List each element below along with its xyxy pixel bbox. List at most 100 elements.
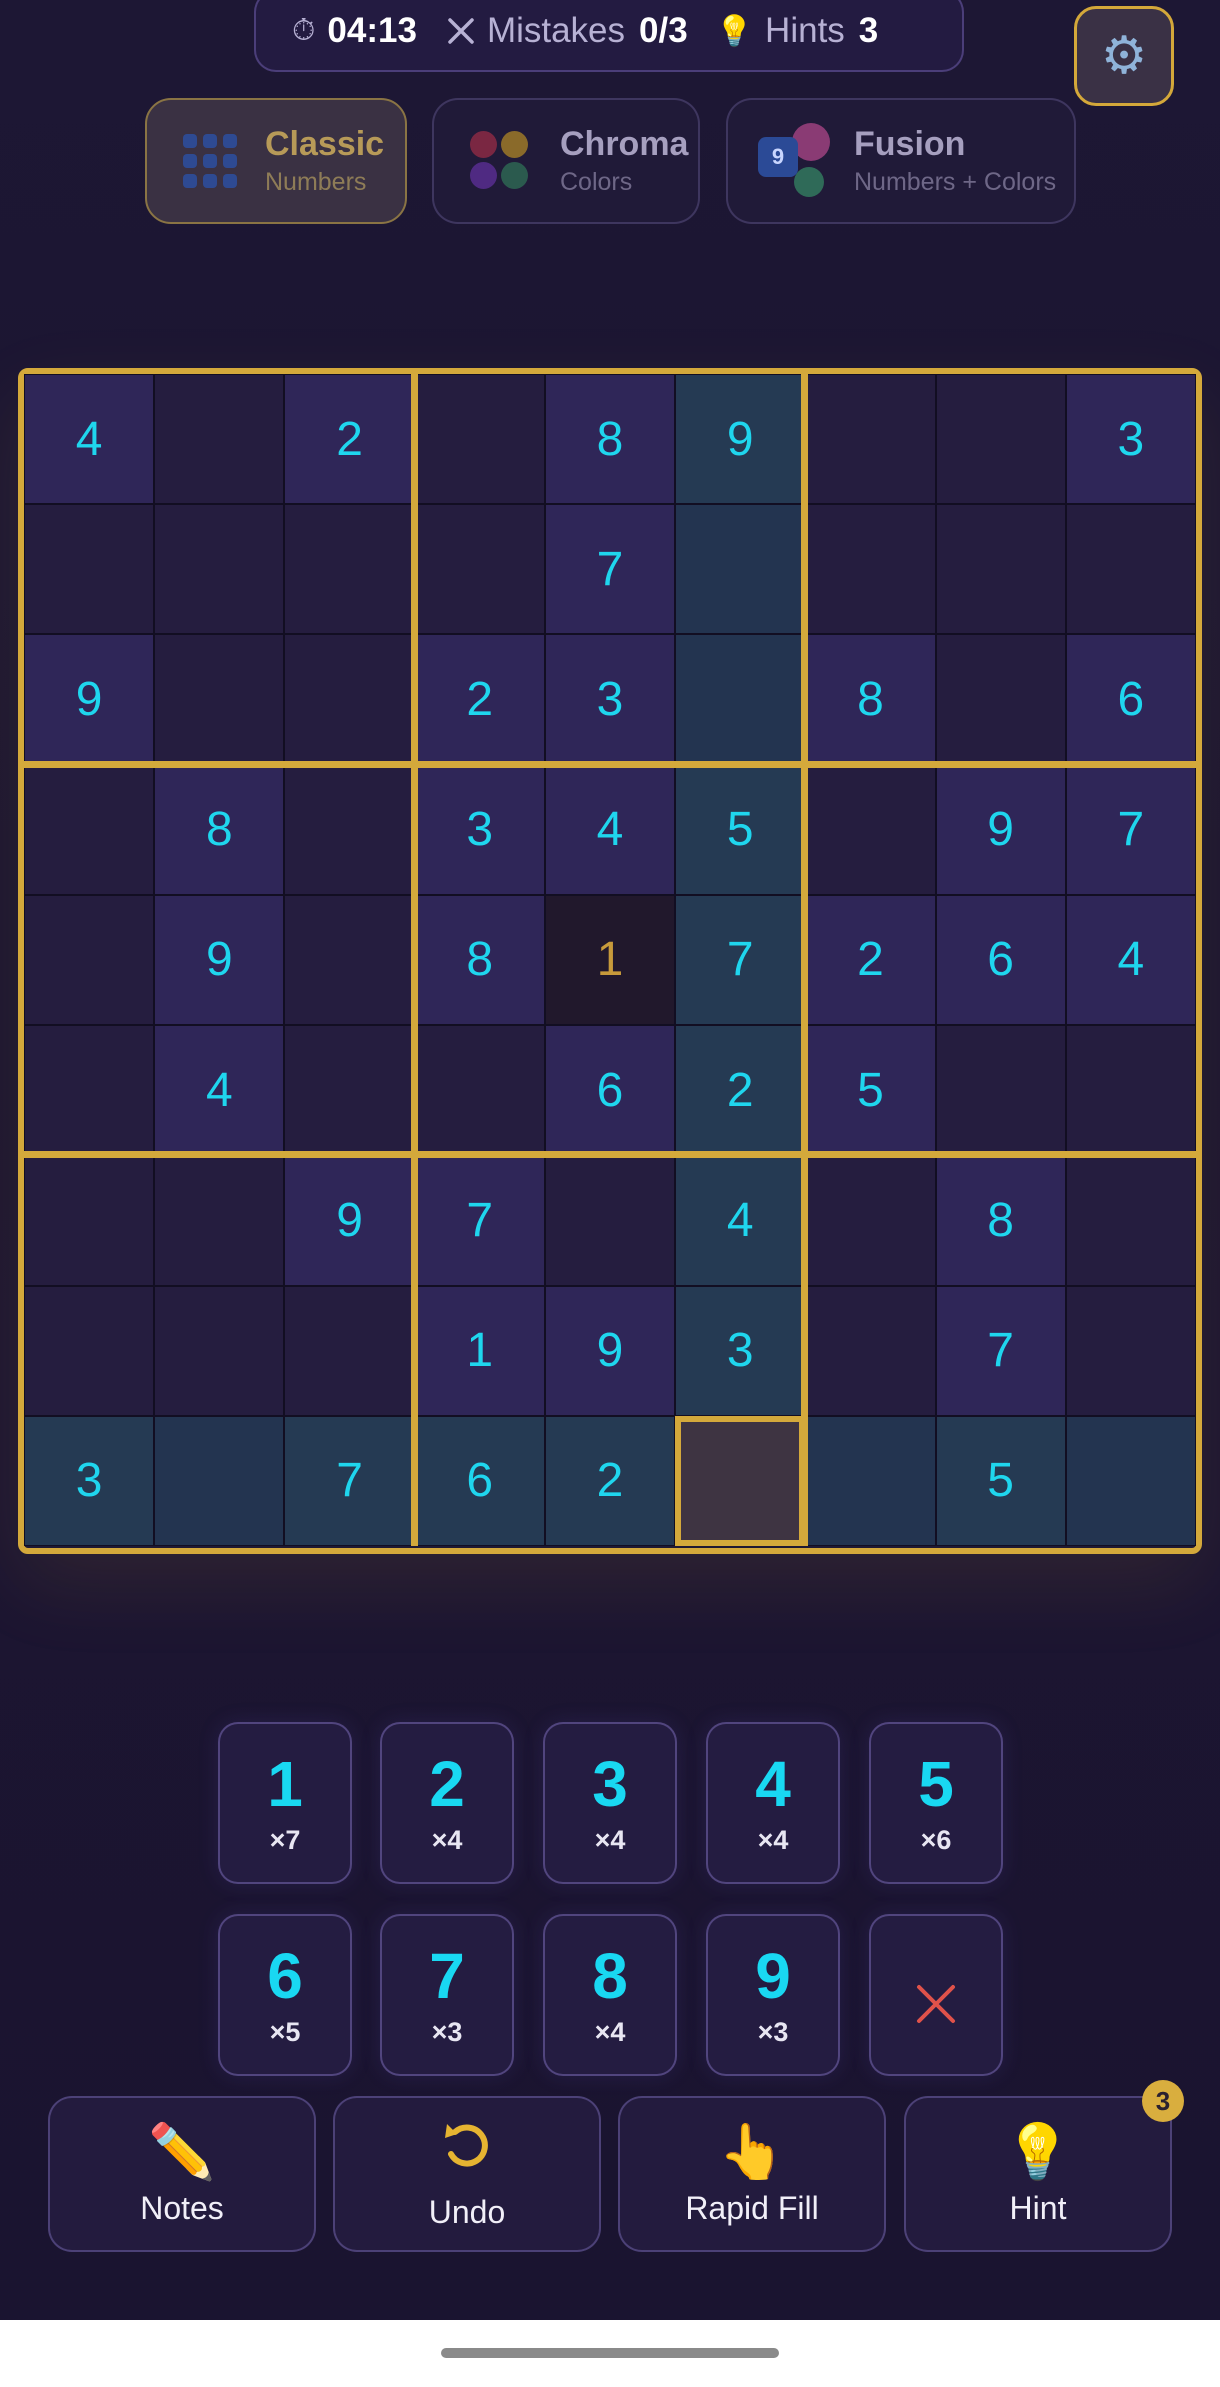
- number-key-1[interactable]: 1 ×7: [218, 1722, 352, 1884]
- sudoku-cell-r6c4[interactable]: [414, 1025, 545, 1156]
- sudoku-cell-r8c3[interactable]: [284, 1285, 415, 1416]
- sudoku-cell-r4c2[interactable]: 8: [154, 764, 285, 895]
- sudoku-cell-r2c6[interactable]: [675, 504, 806, 635]
- sudoku-cell-r7c2[interactable]: [154, 1155, 285, 1286]
- sudoku-cell-r9c1[interactable]: 3: [24, 1415, 155, 1546]
- number-key-9[interactable]: 9 ×3: [706, 1914, 840, 2076]
- sudoku-cell-r5c4[interactable]: 8: [414, 894, 545, 1026]
- sudoku-cell-r2c9[interactable]: [1065, 504, 1196, 635]
- sudoku-cell-r2c1[interactable]: [24, 504, 155, 635]
- number-key-3[interactable]: 3 ×4: [543, 1722, 677, 1884]
- sudoku-cell-r6c9[interactable]: [1065, 1025, 1196, 1156]
- sudoku-cell-r2c7[interactable]: [805, 504, 936, 635]
- sudoku-cell-r3c4[interactable]: 2: [414, 634, 545, 765]
- sudoku-cell-r9c2[interactable]: [154, 1415, 285, 1546]
- undo-button[interactable]: Undo: [333, 2096, 601, 2252]
- sudoku-cell-r1c9[interactable]: 3: [1065, 374, 1196, 505]
- sudoku-cell-r5c5[interactable]: 1: [544, 894, 676, 1026]
- sudoku-cell-r8c8[interactable]: 7: [935, 1285, 1066, 1416]
- sudoku-cell-r7c3[interactable]: 9: [284, 1155, 415, 1286]
- settings-button[interactable]: ⚙: [1074, 6, 1174, 106]
- sudoku-cell-r6c8[interactable]: [935, 1025, 1066, 1156]
- sudoku-cell-r3c6[interactable]: [675, 634, 806, 765]
- sudoku-cell-r3c8[interactable]: [935, 634, 1066, 765]
- sudoku-cell-r4c8[interactable]: 9: [935, 764, 1066, 895]
- sudoku-cell-r8c7[interactable]: [805, 1285, 936, 1416]
- sudoku-cell-r7c1[interactable]: [24, 1155, 155, 1286]
- sudoku-cell-r5c9[interactable]: 4: [1065, 894, 1196, 1026]
- erase-button[interactable]: [869, 1914, 1003, 2076]
- sudoku-cell-r9c5[interactable]: 2: [544, 1415, 676, 1546]
- sudoku-cell-r3c9[interactable]: 6: [1065, 634, 1196, 765]
- mode-tab-chroma[interactable]: Chroma Colors: [432, 98, 700, 224]
- sudoku-cell-r9c9[interactable]: [1065, 1415, 1196, 1546]
- number-key-6[interactable]: 6 ×5: [218, 1914, 352, 2076]
- number-key-7[interactable]: 7 ×3: [380, 1914, 514, 2076]
- sudoku-cell-r1c6[interactable]: 9: [675, 374, 806, 505]
- sudoku-cell-r6c2[interactable]: 4: [154, 1025, 285, 1156]
- sudoku-cell-r8c1[interactable]: [24, 1285, 155, 1416]
- sudoku-cell-r6c6[interactable]: 2: [675, 1025, 806, 1156]
- sudoku-cell-r1c7[interactable]: [805, 374, 936, 505]
- sudoku-cell-r9c4[interactable]: 6: [414, 1415, 545, 1546]
- sudoku-cell-r4c1[interactable]: [24, 764, 155, 895]
- number-key-5[interactable]: 5 ×6: [869, 1722, 1003, 1884]
- sudoku-cell-r4c5[interactable]: 4: [544, 764, 676, 895]
- sudoku-cell-r7c8[interactable]: 8: [935, 1155, 1066, 1286]
- sudoku-cell-r8c2[interactable]: [154, 1285, 285, 1416]
- sudoku-cell-r9c7[interactable]: [805, 1415, 936, 1546]
- sudoku-cell-r4c3[interactable]: [284, 764, 415, 895]
- sudoku-cell-r1c8[interactable]: [935, 374, 1066, 505]
- sudoku-cell-r9c8[interactable]: 5: [935, 1415, 1066, 1546]
- number-key-4[interactable]: 4 ×4: [706, 1722, 840, 1884]
- sudoku-cell-r5c3[interactable]: [284, 894, 415, 1026]
- sudoku-cell-r6c3[interactable]: [284, 1025, 415, 1156]
- sudoku-cell-r4c7[interactable]: [805, 764, 936, 895]
- sudoku-cell-r7c5[interactable]: [544, 1155, 676, 1286]
- sudoku-cell-r8c9[interactable]: [1065, 1285, 1196, 1416]
- sudoku-cell-r4c6[interactable]: 5: [675, 764, 806, 895]
- rapid-fill-button[interactable]: 👆 Rapid Fill: [618, 2096, 886, 2252]
- sudoku-cell-r6c5[interactable]: 6: [544, 1025, 676, 1156]
- home-indicator[interactable]: [441, 2348, 779, 2358]
- sudoku-cell-r2c2[interactable]: [154, 504, 285, 635]
- sudoku-cell-r4c9[interactable]: 7: [1065, 764, 1196, 895]
- sudoku-cell-r3c5[interactable]: 3: [544, 634, 676, 765]
- sudoku-cell-r8c6[interactable]: 3: [675, 1285, 806, 1416]
- sudoku-cell-r5c1[interactable]: [24, 894, 155, 1026]
- hint-button[interactable]: 💡 Hint: [904, 2096, 1172, 2252]
- sudoku-cell-r5c8[interactable]: 6: [935, 894, 1066, 1026]
- sudoku-cell-r7c9[interactable]: [1065, 1155, 1196, 1286]
- sudoku-cell-r1c3[interactable]: 2: [284, 374, 415, 505]
- sudoku-cell-r2c5[interactable]: 7: [544, 504, 676, 635]
- sudoku-cell-r2c4[interactable]: [414, 504, 545, 635]
- sudoku-cell-r5c7[interactable]: 2: [805, 894, 936, 1026]
- sudoku-cell-r6c1[interactable]: [24, 1025, 155, 1156]
- sudoku-cell-r5c6[interactable]: 7: [675, 894, 806, 1026]
- sudoku-cell-r1c4[interactable]: [414, 374, 545, 505]
- number-key-8[interactable]: 8 ×4: [543, 1914, 677, 2076]
- sudoku-cell-r9c6[interactable]: [675, 1415, 806, 1546]
- sudoku-cell-r2c8[interactable]: [935, 504, 1066, 635]
- sudoku-cell-r3c7[interactable]: 8: [805, 634, 936, 765]
- notes-button[interactable]: ✏️ Notes: [48, 2096, 316, 2252]
- sudoku-cell-r5c2[interactable]: 9: [154, 894, 285, 1026]
- sudoku-cell-r8c5[interactable]: 9: [544, 1285, 676, 1416]
- sudoku-cell-r9c3[interactable]: 7: [284, 1415, 415, 1546]
- mode-tab-classic[interactable]: Classic Numbers: [145, 98, 407, 224]
- sudoku-cell-r4c4[interactable]: 3: [414, 764, 545, 895]
- mode-tab-fusion[interactable]: 9 Fusion Numbers + Colors: [726, 98, 1076, 224]
- sudoku-cell-r2c3[interactable]: [284, 504, 415, 635]
- sudoku-cell-r3c3[interactable]: [284, 634, 415, 765]
- sudoku-cell-r3c1[interactable]: 9: [24, 634, 155, 765]
- sudoku-cell-r7c7[interactable]: [805, 1155, 936, 1286]
- sudoku-cell-r7c4[interactable]: 7: [414, 1155, 545, 1286]
- sudoku-cell-r1c1[interactable]: 4: [24, 374, 155, 505]
- sudoku-cell-r6c7[interactable]: 5: [805, 1025, 936, 1156]
- sudoku-cell-r1c5[interactable]: 8: [544, 374, 676, 505]
- sudoku-cell-r1c2[interactable]: [154, 374, 285, 505]
- sudoku-cell-r3c2[interactable]: [154, 634, 285, 765]
- sudoku-cell-r7c6[interactable]: 4: [675, 1155, 806, 1286]
- number-key-2[interactable]: 2 ×4: [380, 1722, 514, 1884]
- sudoku-cell-r8c4[interactable]: 1: [414, 1285, 545, 1416]
